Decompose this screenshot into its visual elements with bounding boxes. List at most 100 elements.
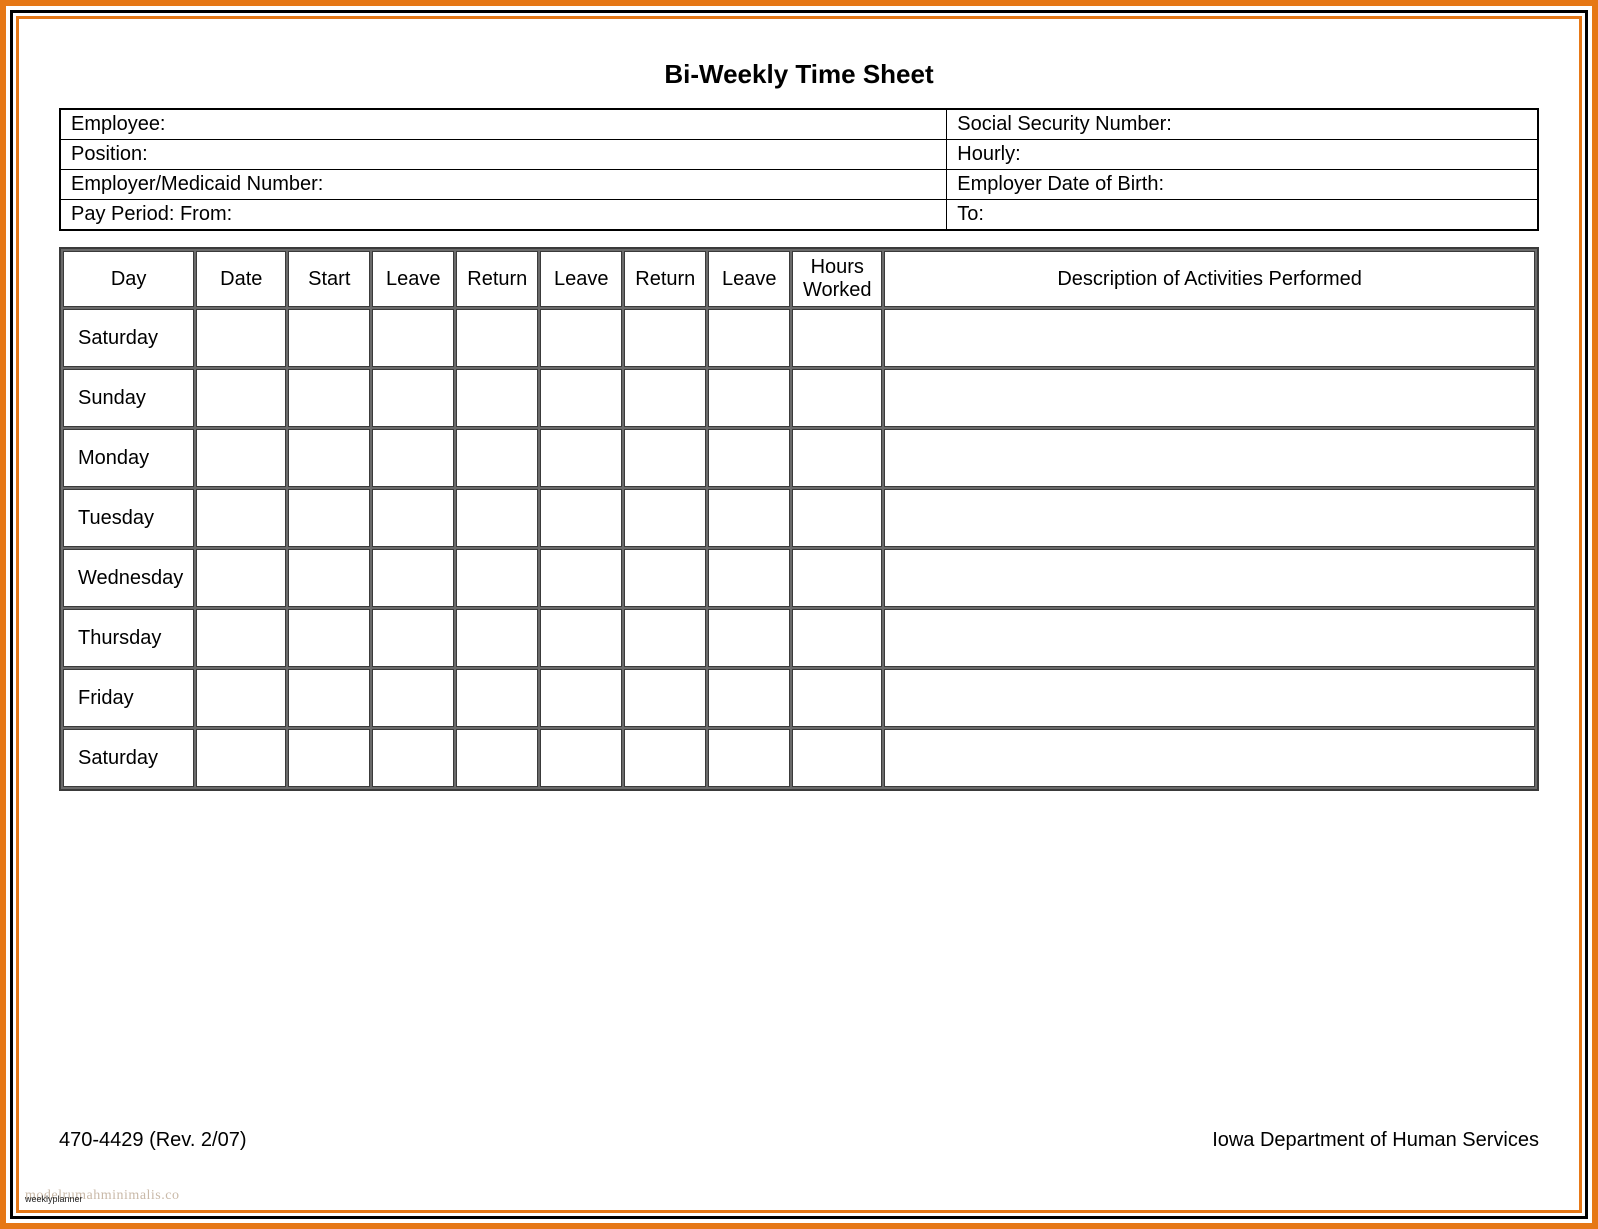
date-cell: [196, 429, 286, 487]
footer: 470-4429 (Rev. 2/07) Iowa Department of …: [59, 1129, 1539, 1152]
info-row: Employer/Medicaid Number: Employer Date …: [60, 170, 1538, 200]
return-cell: [456, 369, 538, 427]
page-title: Bi-Weekly Time Sheet: [59, 59, 1539, 90]
pay-period-from-label: Pay Period: From:: [60, 200, 947, 231]
leave-cell: [708, 609, 790, 667]
employer-dob-label: Employer Date of Birth:: [947, 170, 1538, 200]
date-cell: [196, 549, 286, 607]
col-leave2: Leave: [540, 251, 622, 307]
day-cell: Tuesday: [63, 489, 194, 547]
start-cell: [288, 429, 370, 487]
return-cell: [456, 669, 538, 727]
hours-cell: [792, 489, 882, 547]
return-cell: [456, 489, 538, 547]
return-cell: [456, 609, 538, 667]
return-cell: [624, 549, 706, 607]
table-row: Friday: [63, 669, 1535, 727]
department-name: Iowa Department of Human Services: [1212, 1129, 1539, 1152]
date-cell: [196, 609, 286, 667]
desc-cell: [884, 429, 1535, 487]
col-leave3: Leave: [708, 251, 790, 307]
date-cell: [196, 489, 286, 547]
col-hours: Hours Worked: [792, 251, 882, 307]
info-table: Employee: Social Security Number: Positi…: [59, 108, 1539, 231]
ssn-label: Social Security Number:: [947, 109, 1538, 140]
start-cell: [288, 549, 370, 607]
table-row: Monday: [63, 429, 1535, 487]
table-row: Tuesday: [63, 489, 1535, 547]
return-cell: [624, 309, 706, 367]
day-cell: Wednesday: [63, 549, 194, 607]
leave-cell: [540, 309, 622, 367]
leave-cell: [708, 669, 790, 727]
leave-cell: [372, 369, 454, 427]
outer-frame: Bi-Weekly Time Sheet Employee: Social Se…: [0, 0, 1598, 1229]
leave-cell: [540, 609, 622, 667]
pay-period-to-label: To:: [947, 200, 1538, 231]
leave-cell: [372, 549, 454, 607]
timesheet-table: Day Date Start Leave Return Leave Return…: [59, 247, 1539, 791]
col-desc: Description of Activities Performed: [884, 251, 1535, 307]
hours-cell: [792, 729, 882, 787]
info-row: Pay Period: From: To:: [60, 200, 1538, 231]
return-cell: [624, 369, 706, 427]
mid-frame: Bi-Weekly Time Sheet Employee: Social Se…: [10, 10, 1588, 1219]
desc-cell: [884, 549, 1535, 607]
desc-cell: [884, 309, 1535, 367]
document-page: Bi-Weekly Time Sheet Employee: Social Se…: [16, 16, 1582, 1213]
leave-cell: [540, 549, 622, 607]
return-cell: [624, 609, 706, 667]
leave-cell: [540, 429, 622, 487]
date-cell: [196, 369, 286, 427]
leave-cell: [540, 729, 622, 787]
col-leave1: Leave: [372, 251, 454, 307]
leave-cell: [372, 429, 454, 487]
desc-cell: [884, 369, 1535, 427]
employer-medicaid-label: Employer/Medicaid Number:: [60, 170, 947, 200]
leave-cell: [372, 309, 454, 367]
table-row: Sunday: [63, 369, 1535, 427]
return-cell: [456, 429, 538, 487]
return-cell: [456, 729, 538, 787]
leave-cell: [372, 609, 454, 667]
hourly-label: Hourly:: [947, 140, 1538, 170]
leave-cell: [708, 549, 790, 607]
leave-cell: [708, 489, 790, 547]
return-cell: [624, 669, 706, 727]
leave-cell: [540, 369, 622, 427]
day-cell: Thursday: [63, 609, 194, 667]
hours-cell: [792, 549, 882, 607]
start-cell: [288, 609, 370, 667]
start-cell: [288, 489, 370, 547]
leave-cell: [372, 729, 454, 787]
date-cell: [196, 669, 286, 727]
col-date: Date: [196, 251, 286, 307]
col-return2: Return: [624, 251, 706, 307]
position-label: Position:: [60, 140, 947, 170]
hours-cell: [792, 369, 882, 427]
table-row: Saturday: [63, 729, 1535, 787]
hours-cell: [792, 609, 882, 667]
hours-cell: [792, 429, 882, 487]
start-cell: [288, 669, 370, 727]
start-cell: [288, 309, 370, 367]
leave-cell: [708, 429, 790, 487]
leave-cell: [372, 669, 454, 727]
desc-cell: [884, 489, 1535, 547]
leave-cell: [540, 669, 622, 727]
leave-cell: [540, 489, 622, 547]
day-cell: Saturday: [63, 729, 194, 787]
timesheet-body: Saturday Sunday: [63, 309, 1535, 787]
table-row: Thursday: [63, 609, 1535, 667]
hours-cell: [792, 669, 882, 727]
employee-label: Employee:: [60, 109, 947, 140]
hours-cell: [792, 309, 882, 367]
leave-cell: [372, 489, 454, 547]
return-cell: [624, 489, 706, 547]
return-cell: [624, 429, 706, 487]
col-return1: Return: [456, 251, 538, 307]
info-row: Position: Hourly:: [60, 140, 1538, 170]
date-cell: [196, 729, 286, 787]
leave-cell: [708, 309, 790, 367]
watermark-secondary: weeklyplanner: [25, 1194, 83, 1204]
